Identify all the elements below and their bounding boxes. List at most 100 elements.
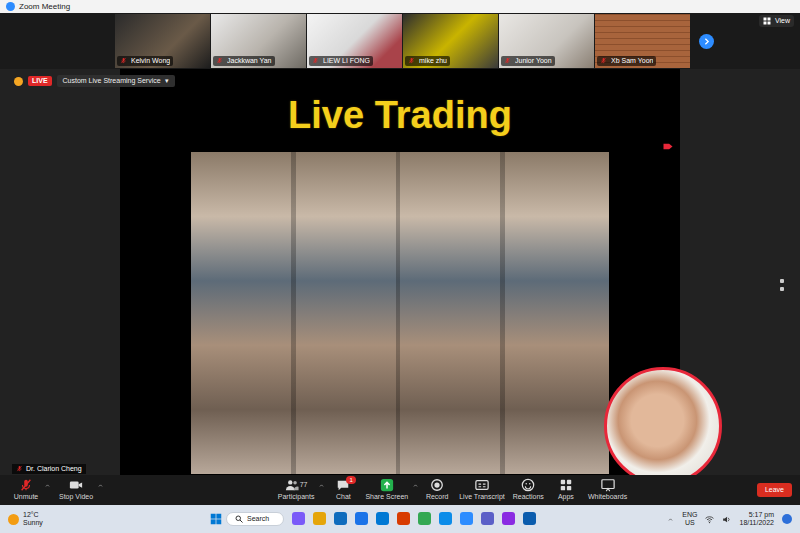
participant-tile[interactable]: mike zhu <box>403 14 498 68</box>
leave-button[interactable]: Leave <box>757 483 792 497</box>
participant-label: mike zhu <box>405 56 450 66</box>
caret-up-icon[interactable] <box>44 483 51 488</box>
participant-tile[interactable]: Junior Yoon <box>499 14 594 68</box>
toolbar-label: Reactions <box>513 493 544 501</box>
taskbar-apps: Search <box>210 512 635 526</box>
next-page-button[interactable] <box>699 34 714 49</box>
participant-tile[interactable]: Jackkwan Yan <box>211 14 306 68</box>
toolbar-button[interactable]: Stop Video <box>55 478 97 501</box>
taskbar-app-icon[interactable] <box>334 512 347 525</box>
gallery-thumbnails: Kelvin Wong Jackkwan Yan LIEW LI FONG mike … <box>115 13 690 69</box>
dropdown-arrow: ▾ <box>165 77 169 85</box>
participant-tile[interactable]: LIEW LI FONG <box>307 14 402 68</box>
caret-up-icon[interactable] <box>318 483 325 488</box>
participant-name: Xb Sam Yoon <box>611 57 653 65</box>
tool-icon-row <box>380 478 394 492</box>
toolbar-button[interactable]: Apps <box>548 478 584 501</box>
toolbar-label: Stop Video <box>59 493 93 501</box>
toolbar-button[interactable]: Reactions <box>509 478 548 501</box>
toolbar-button[interactable]: 77Participants <box>274 478 319 501</box>
toolbar-button[interactable]: Live Transcript <box>455 478 509 501</box>
tray-caret-icon <box>667 517 674 522</box>
language-indicator[interactable]: ENGUS <box>682 511 697 526</box>
clock[interactable]: 5:17 pm18/11/2022 <box>739 511 774 526</box>
toolbar-label: Participants <box>278 493 315 501</box>
toolbar-left: Unmute Stop Video <box>0 478 205 501</box>
participant-tile[interactable]: Kelvin Wong <box>115 14 210 68</box>
language: ENG <box>682 511 697 519</box>
taskbar-app-icon[interactable] <box>439 512 452 525</box>
participant-tile[interactable]: Xb Sam Yoon <box>595 14 690 68</box>
toolbar-button[interactable]: Record <box>419 478 455 501</box>
participant-name: Jackkwan Yan <box>227 57 272 65</box>
toolbar-label: Live Transcript <box>459 493 505 501</box>
search-icon <box>235 515 243 523</box>
taskbar-app-icon[interactable] <box>502 512 515 525</box>
toolbar-right: Leave <box>700 483 800 497</box>
toolbar-label: Whiteboards <box>588 493 627 501</box>
toolbar-button[interactable]: Share Screen <box>361 478 412 501</box>
taskbar-search[interactable]: Search <box>226 512 284 526</box>
tool-icon-row <box>601 478 615 492</box>
tool-icon-row <box>69 478 83 492</box>
caret-up-icon[interactable] <box>412 483 419 488</box>
toolbar-group: Live Transcript <box>455 478 509 501</box>
camera-icon <box>69 478 83 492</box>
taskbar-app-icon[interactable] <box>292 512 305 525</box>
toolbar-button[interactable]: Whiteboards <box>584 478 631 501</box>
tool-icon-row <box>19 478 33 492</box>
view-button[interactable]: View <box>759 15 794 27</box>
muted-mic-icon <box>120 57 127 64</box>
muted-mic-icon <box>408 57 415 64</box>
speaker-name: Dr. Clarion Cheng <box>26 465 82 473</box>
collapse-icon[interactable] <box>780 287 784 291</box>
taskbar-app-icon[interactable] <box>481 512 494 525</box>
warning-icon <box>14 77 23 86</box>
muted-mic-icon <box>600 57 607 64</box>
expand-icon[interactable] <box>780 279 784 283</box>
toolbar-label: Record <box>426 493 449 501</box>
stream-service-dropdown[interactable]: Custom Live Streaming Service ▾ <box>57 75 175 87</box>
clock-date: 18/11/2022 <box>739 519 774 527</box>
toolbar-label: Chat <box>336 493 351 501</box>
share-screen-icon <box>380 478 394 492</box>
participants-icon <box>285 478 299 492</box>
toolbar-label: Share Screen <box>365 493 408 501</box>
view-label: View <box>775 17 790 25</box>
taskbar-app-icon[interactable] <box>355 512 368 525</box>
stream-service-label: Custom Live Streaming Service <box>63 77 161 85</box>
clock-time: 5:17 pm <box>749 511 774 519</box>
toolbar-group: Share Screen <box>361 478 419 501</box>
gallery-strip: Kelvin Wong Jackkwan Yan LIEW LI FONG mike … <box>0 13 800 69</box>
taskbar-app-icon[interactable] <box>418 512 431 525</box>
weather-widget[interactable]: 12°CSunny <box>0 511 210 526</box>
participant-name: LIEW LI FONG <box>323 57 370 65</box>
taskbar-app-icon[interactable] <box>460 512 473 525</box>
toolbar-button[interactable]: Unmute <box>8 478 44 501</box>
title-bar: Zoom Meeting <box>0 0 800 13</box>
collage-photo <box>191 152 609 474</box>
caret-up-icon[interactable] <box>97 483 104 488</box>
taskbar-app-icon[interactable] <box>523 512 536 525</box>
speaker-icon <box>722 515 731 524</box>
meeting-toolbar: Unmute Stop Video 77Participants 1Chat Share… <box>0 475 800 505</box>
smiley-icon <box>521 478 535 492</box>
toolbar-group: Whiteboards <box>584 478 631 501</box>
pointer-arrow-icon <box>662 142 674 151</box>
tool-icon-row: 77 <box>285 478 308 492</box>
grid-icon <box>763 17 771 25</box>
toolbar-label: Unmute <box>14 493 39 501</box>
taskbar-app-icon[interactable] <box>376 512 389 525</box>
toolbar-group: 1Chat <box>325 478 361 501</box>
windows-taskbar: 12°CSunny Search ENGUS 5:17 pm18/11/2022 <box>0 505 800 533</box>
taskbar-app-icon[interactable] <box>397 512 410 525</box>
muted-mic-icon <box>216 57 223 64</box>
taskbar-app-icon[interactable] <box>313 512 326 525</box>
record-icon <box>430 478 444 492</box>
speaker-name-tag: Dr. Clarion Cheng <box>12 464 86 474</box>
toolbar-button[interactable]: 1Chat <box>325 478 361 501</box>
weather-condition: Sunny <box>23 519 43 527</box>
muted-mic-icon <box>19 478 33 492</box>
arrow-right-icon <box>702 37 711 46</box>
notification-icon[interactable] <box>782 514 792 524</box>
